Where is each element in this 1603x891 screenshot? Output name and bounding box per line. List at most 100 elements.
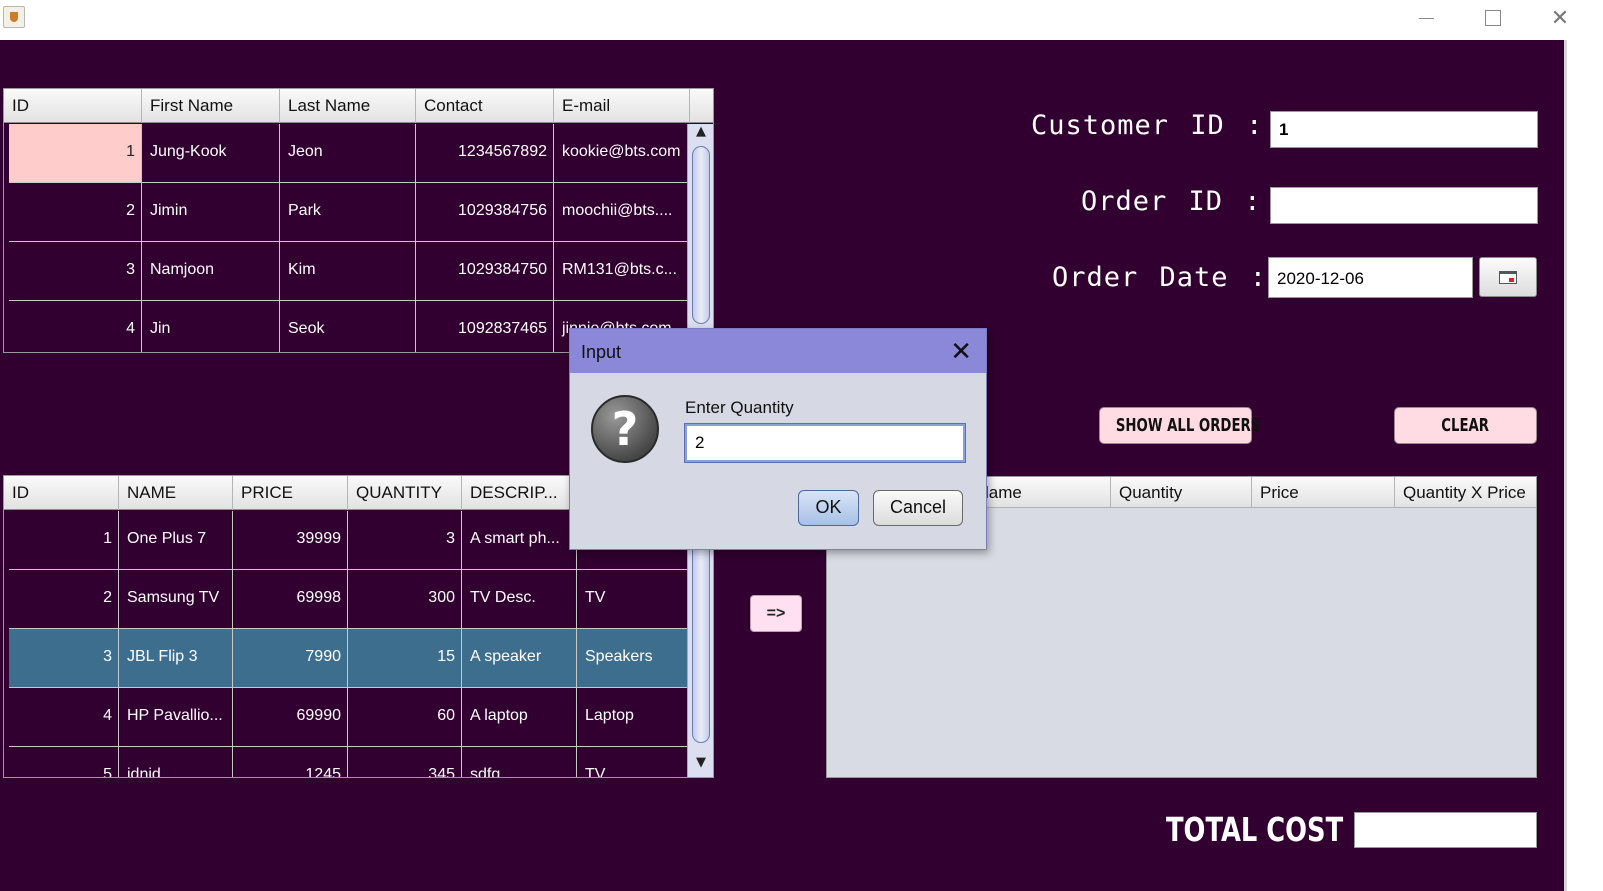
question-icon: ? bbox=[591, 395, 659, 463]
table-cell: 69998 bbox=[233, 570, 348, 628]
dialog-prompt: Enter Quantity bbox=[685, 398, 794, 417]
table-row[interactable]: 5 jdnjd 1245 345 sdfg TV bbox=[9, 747, 689, 777]
table-cell: 60 bbox=[348, 688, 462, 746]
customers-table-body: 1 Jung-Kook Jeon 1234567892 kookie@bts.com 2 J… bbox=[9, 124, 690, 352]
window-edge bbox=[1564, 40, 1603, 891]
column-header[interactable]: Last Name bbox=[280, 89, 416, 123]
minimize-icon[interactable] bbox=[1393, 0, 1459, 36]
table-cell: 2 bbox=[9, 570, 119, 628]
table-cell: Jimin bbox=[142, 183, 280, 241]
column-header[interactable]: Contact bbox=[416, 89, 554, 123]
clear-label: CLEAR bbox=[1441, 415, 1490, 436]
customer-id-label: Customer ID : bbox=[1031, 110, 1264, 141]
table-cell: 1 bbox=[9, 511, 119, 569]
table-row[interactable]: 3 JBL Flip 3 7990 15 A speaker Speakers bbox=[9, 629, 689, 688]
close-icon[interactable]: ✕ bbox=[950, 337, 972, 367]
ok-button[interactable]: OK bbox=[798, 490, 859, 526]
table-cell: 1029384756 bbox=[416, 183, 554, 241]
total-cost-label: TOTAL COST : bbox=[1166, 810, 1363, 849]
col-quantity[interactable]: Quantity bbox=[1111, 477, 1252, 508]
table-cell: A speaker bbox=[462, 629, 577, 687]
col-quantity-x-price[interactable]: Quantity X Price bbox=[1395, 477, 1536, 508]
calendar-icon bbox=[1499, 270, 1517, 284]
column-header[interactable]: QUANTITY bbox=[348, 476, 462, 510]
show-all-orders-button[interactable]: SHOW ALL ORDERS bbox=[1099, 407, 1260, 444]
column-header[interactable]: DESCRIP... bbox=[462, 476, 577, 510]
order-date-field[interactable]: 2020-12-06 bbox=[1268, 257, 1473, 298]
table-cell: 1029384750 bbox=[416, 242, 554, 300]
table-cell: 2 bbox=[9, 183, 142, 241]
order-date-label: Order Date : bbox=[1052, 262, 1268, 293]
table-cell: HP Pavallio... bbox=[119, 688, 233, 746]
column-header[interactable]: NAME bbox=[119, 476, 233, 510]
table-cell: Jeon bbox=[280, 124, 416, 182]
table-cell: Samsung TV bbox=[119, 570, 233, 628]
table-cell: Jung-Kook bbox=[142, 124, 280, 182]
column-header[interactable]: ID bbox=[4, 476, 119, 510]
customers-scrollbar[interactable]: ▲ bbox=[687, 124, 713, 352]
table-row[interactable]: 2 Samsung TV 69998 300 TV Desc. TV bbox=[9, 570, 689, 629]
table-cell: sdfg bbox=[462, 747, 577, 777]
column-header[interactable]: E-mail bbox=[554, 89, 690, 123]
table-row[interactable]: 4 HP Pavallio... 69990 60 A laptop Laptop bbox=[9, 688, 689, 747]
table-cell: TV bbox=[577, 747, 689, 777]
table-cell: jdnjd bbox=[119, 747, 233, 777]
java-app-icon bbox=[3, 6, 25, 28]
products-table-body: 1One Plus 7399993A smart ph...Phone2Sams… bbox=[9, 511, 689, 777]
scroll-up-icon[interactable]: ▲ bbox=[688, 124, 713, 146]
calendar-button[interactable] bbox=[1479, 257, 1537, 297]
customers-table-header: ID First Name Last Name Contact E-mail bbox=[4, 89, 713, 123]
table-cell: 4 bbox=[9, 301, 142, 352]
table-cell: 1092837465 bbox=[416, 301, 554, 352]
input-dialog: Input ✕ ? Enter Quantity 2 OK Cancel bbox=[569, 328, 987, 550]
table-cell: A laptop bbox=[462, 688, 577, 746]
table-cell: 3 bbox=[9, 629, 119, 687]
table-cell: Kim bbox=[280, 242, 416, 300]
column-header[interactable]: First Name bbox=[142, 89, 280, 123]
table-cell: RM131@bts.c... bbox=[554, 242, 690, 300]
table-cell: Park bbox=[280, 183, 416, 241]
order-id-field[interactable] bbox=[1270, 187, 1538, 224]
table-cell: TV bbox=[577, 570, 689, 628]
table-cell: Speakers bbox=[577, 629, 689, 687]
col-price[interactable]: Price bbox=[1252, 477, 1395, 508]
customers-table: ID First Name Last Name Contact E-mail 1 Jung… bbox=[3, 88, 714, 353]
maximize-icon[interactable] bbox=[1460, 0, 1526, 36]
table-row[interactable]: 3 Namjoon Kim 1029384750 RM131@bts.c... bbox=[9, 242, 690, 301]
table-cell: 69990 bbox=[233, 688, 348, 746]
table-cell: 4 bbox=[9, 688, 119, 746]
table-cell: 15 bbox=[348, 629, 462, 687]
customer-id-field[interactable]: 1 bbox=[1270, 111, 1538, 148]
column-header[interactable]: ID bbox=[4, 89, 142, 123]
table-cell: 5 bbox=[9, 747, 119, 777]
table-cell: 1 bbox=[9, 124, 142, 182]
products-scrollbar[interactable]: ▼ bbox=[687, 511, 713, 777]
table-cell: 1245 bbox=[233, 747, 348, 777]
table-cell: 7990 bbox=[233, 629, 348, 687]
order-id-label: Order ID : bbox=[1081, 186, 1262, 217]
close-icon[interactable]: ✕ bbox=[1527, 0, 1593, 36]
table-cell: JBL Flip 3 bbox=[119, 629, 233, 687]
table-cell: One Plus 7 bbox=[119, 511, 233, 569]
cancel-button[interactable]: Cancel bbox=[873, 490, 963, 526]
quantity-input[interactable]: 2 bbox=[684, 423, 966, 463]
table-cell: 39999 bbox=[233, 511, 348, 569]
clear-button[interactable]: CLEAR bbox=[1394, 407, 1537, 444]
table-cell: kookie@bts.com bbox=[554, 124, 690, 182]
scroll-thumb[interactable] bbox=[692, 521, 710, 743]
show-all-orders-label: SHOW ALL ORDERS bbox=[1115, 415, 1261, 436]
scroll-thumb[interactable] bbox=[692, 146, 710, 324]
scroll-down-icon[interactable]: ▼ bbox=[688, 755, 713, 777]
dialog-title-bar[interactable]: Input ✕ bbox=[570, 329, 986, 373]
table-row[interactable]: 2 Jimin Park 1029384756 moochii@bts.... bbox=[9, 183, 690, 242]
column-header[interactable]: PRICE bbox=[233, 476, 348, 510]
total-cost-field[interactable] bbox=[1354, 812, 1537, 848]
table-cell: 1234567892 bbox=[416, 124, 554, 182]
table-cell: moochii@bts.... bbox=[554, 183, 690, 241]
table-row[interactable]: 1 Jung-Kook Jeon 1234567892 kookie@bts.com bbox=[9, 124, 690, 183]
add-to-order-button[interactable]: => bbox=[750, 595, 802, 632]
table-cell: 345 bbox=[348, 747, 462, 777]
table-cell: Laptop bbox=[577, 688, 689, 746]
table-cell: Seok bbox=[280, 301, 416, 352]
dialog-title: Input bbox=[581, 342, 622, 362]
